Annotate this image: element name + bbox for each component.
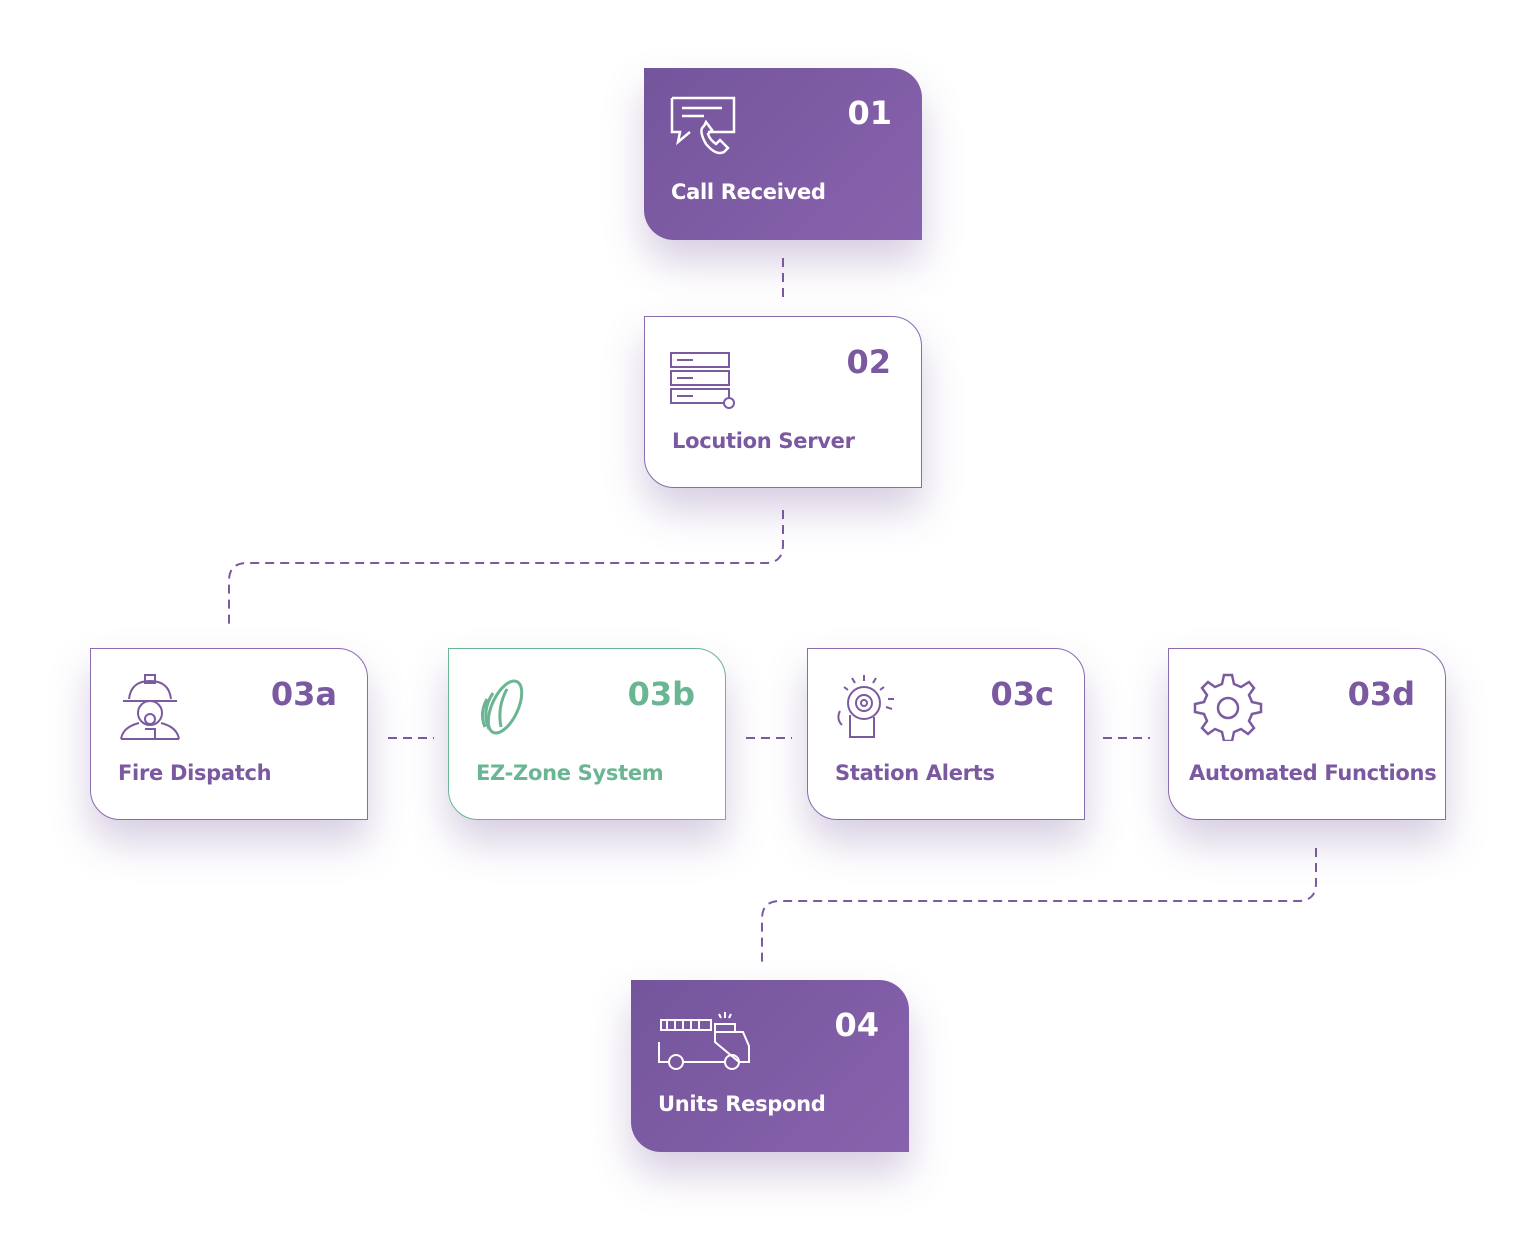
connector-03d-04 <box>761 848 1317 965</box>
step-card-03b: 03b EZ-Zone System <box>448 648 726 820</box>
step-number: 03c <box>990 675 1055 713</box>
step-label: Station Alerts <box>835 761 995 785</box>
step-label: Call Received <box>671 180 826 204</box>
ez-zone-logo-icon <box>480 679 524 735</box>
chat-phone-icon <box>670 96 736 155</box>
gear-icon <box>1193 673 1263 741</box>
step-card-03c: 03c Station Alerts <box>807 648 1085 820</box>
alarm-bell-icon <box>837 675 894 738</box>
step-card-02: 02 Locution Server <box>644 316 922 488</box>
step-label: EZ-Zone System <box>476 761 664 785</box>
step-number: 03b <box>627 675 695 713</box>
step-number: 02 <box>846 343 891 381</box>
server-icon <box>670 352 735 409</box>
step-number: 03d <box>1347 675 1415 713</box>
step-label: Units Respond <box>658 1092 826 1116</box>
connector-02-03a <box>228 510 784 628</box>
step-number: 03a <box>270 675 337 713</box>
step-label: Fire Dispatch <box>118 761 272 785</box>
step-card-03d: 03d Automated Functions <box>1168 648 1446 820</box>
firefighter-icon <box>120 674 180 740</box>
step-label: Automated Functions <box>1189 761 1437 785</box>
fire-truck-icon <box>658 1012 750 1070</box>
step-number: 04 <box>834 1006 879 1044</box>
step-number: 01 <box>847 94 892 132</box>
step-card-03a: 03a Fire Dispatch <box>90 648 368 820</box>
step-label: Locution Server <box>672 429 855 453</box>
step-card-04: 04 Units Respond <box>631 980 909 1152</box>
step-card-01: 01 Call Received <box>644 68 922 240</box>
